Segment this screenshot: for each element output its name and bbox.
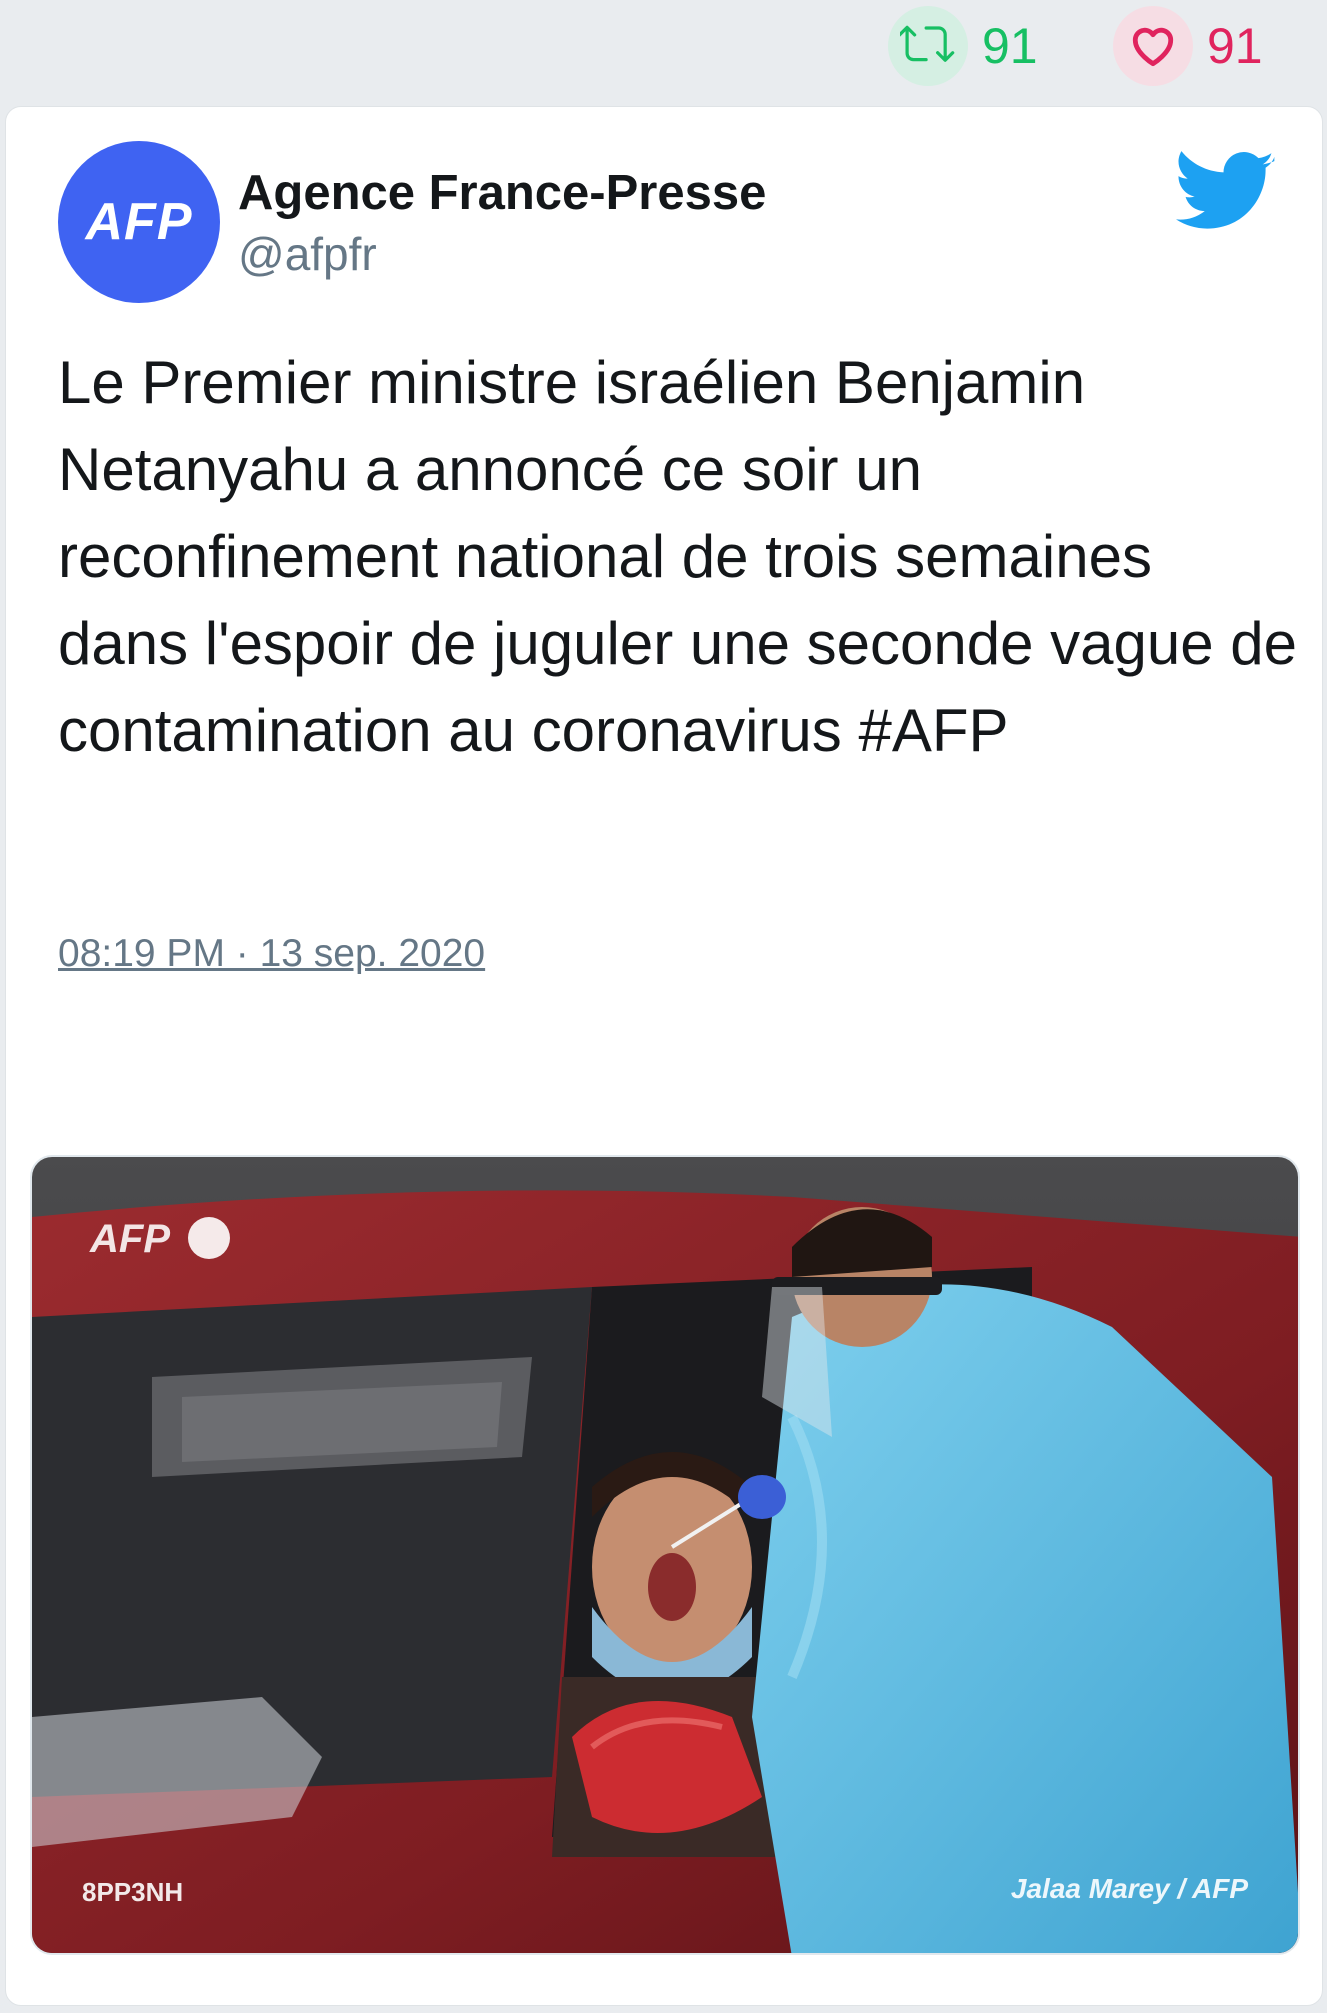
retweet-count: 91 (982, 18, 1038, 74)
retweet-icon[interactable] (888, 6, 968, 86)
heart-icon[interactable] (1113, 6, 1193, 86)
photo-watermark-logo: AFP (90, 1217, 170, 1261)
photo-watermark-dot (188, 1217, 230, 1259)
photo-scene (32, 1157, 1298, 1953)
tweet-timestamp[interactable]: 08:19 PM · 13 sep. 2020 (58, 932, 485, 976)
like-stat[interactable]: 91 (1113, 6, 1263, 86)
photo-credit: Jalaa Marey / AFP (1010, 1873, 1248, 1904)
tweet-photo[interactable]: AFP 8PP3NH Jalaa Marey / AFP (30, 1155, 1300, 1955)
twitter-bird-icon[interactable] (1176, 147, 1276, 231)
avatar[interactable]: AFP (58, 141, 220, 303)
author-name[interactable]: Agence France-Presse (238, 165, 766, 221)
tweet-text: Le Premier ministre israélien Benjamin N… (58, 349, 1298, 764)
avatar-logo-text: AFP (85, 193, 193, 251)
like-count: 91 (1207, 18, 1263, 74)
photo-code: 8PP3NH (82, 1877, 184, 1907)
author-handle[interactable]: @afpfr (238, 227, 377, 281)
engagement-bar: 91 91 (0, 0, 1327, 100)
tweet-card: AFP Agence France-Presse @afpfr Le Premi… (5, 106, 1323, 2006)
retweet-stat[interactable]: 91 (888, 6, 1038, 86)
